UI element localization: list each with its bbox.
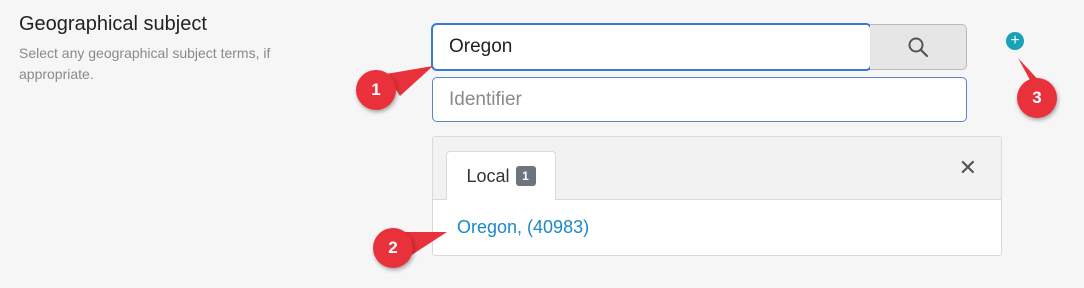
callout-marker-3: 3 (1017, 78, 1057, 118)
callout-marker-1: 1 (356, 70, 396, 110)
callout-marker-2: 2 (373, 228, 413, 268)
identifier-input[interactable] (432, 77, 967, 122)
search-button[interactable] (870, 24, 967, 70)
add-term-button[interactable]: + (1006, 32, 1024, 50)
results-panel: Local 1 ✕ Oregon, (40983) (432, 136, 1002, 256)
geographic-search-input[interactable] (432, 24, 871, 70)
tab-local-count-badge: 1 (515, 166, 536, 186)
tab-local[interactable]: Local 1 (446, 151, 556, 200)
close-results-button[interactable]: ✕ (959, 157, 977, 179)
search-icon (908, 37, 929, 58)
close-icon: ✕ (958, 155, 977, 180)
result-link[interactable]: Oregon, (40983) (457, 217, 589, 238)
plus-circle-icon: + (1010, 32, 1020, 49)
tab-local-label: Local (466, 165, 510, 186)
field-label: Geographical subject (19, 13, 207, 35)
field-help-text: Select any geographical subject terms, i… (19, 45, 271, 82)
